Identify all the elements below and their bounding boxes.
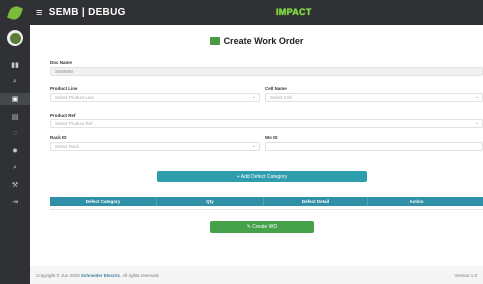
main-content: Create Work Order Doc Name SEMWM Product…: [30, 25, 483, 266]
company-link[interactable]: Schneider Electric: [81, 273, 120, 278]
doc-name-label: Doc Name: [50, 60, 73, 65]
search-icon[interactable]: ⌕: [9, 76, 21, 87]
wo-id-label: Wo ID: [265, 135, 278, 140]
chevron-down-icon: ⌄: [474, 120, 479, 126]
add-defect-category-button[interactable]: + Add Defect Category: [157, 171, 367, 182]
logout-icon[interactable]: ⇥: [9, 196, 21, 207]
list-icon[interactable]: ▤: [9, 111, 21, 122]
settings-icon[interactable]: ◌: [9, 128, 21, 139]
rack-id-select[interactable]: Select Rack ⌄: [50, 142, 260, 151]
dashboard-icon[interactable]: ▮▮: [9, 59, 21, 70]
copyright: Copyright © Jun 2023 Schneider Electric.…: [36, 273, 160, 278]
sidebar-nav: ▮▮ ⌕ ▣ ▤ ◌ ✹ ⌕ ⚒ ⇥: [0, 59, 30, 207]
product-ref-value: Select Product Ref: [55, 121, 93, 126]
chevron-down-icon: ⌄: [474, 94, 479, 100]
doc-name-field: SEMWM: [50, 67, 483, 76]
cell-name-value: Select Cell: [270, 95, 292, 100]
version-label: Version 1.0: [454, 272, 477, 278]
cell-name-label: Cell Name: [265, 86, 287, 91]
sidebar: ▮▮ ⌕ ▣ ▤ ◌ ✹ ⌕ ⚒ ⇥: [0, 25, 30, 284]
product-line-select[interactable]: Select Product Line ⌄: [50, 93, 260, 102]
rack-id-label: Rack ID: [50, 135, 67, 140]
chevron-down-icon: ⌄: [251, 94, 256, 100]
footer: Copyright © Jun 2023 Schneider Electric.…: [30, 266, 483, 284]
rights-text: . All rights reserved.: [120, 272, 160, 278]
menu-icon[interactable]: ≡: [36, 7, 43, 19]
copyright-prefix: Copyright © Jun 2023: [36, 272, 80, 278]
column-defect-detail: Defect Detail: [264, 197, 368, 206]
wo-id-field[interactable]: [265, 142, 483, 151]
chevron-down-icon: ⌄: [251, 143, 256, 149]
app-window: ≡ SEMB | DEBUG IMPACT ▮▮ ⌕ ▣ ▤ ◌ ✹ ⌕ ⚒ ⇥…: [0, 0, 483, 284]
defect-table: Defect Category Qty Defect Detail Action: [50, 197, 483, 210]
cell-name-select[interactable]: Select Cell ⌄: [265, 93, 483, 102]
leaf-logo-icon: [6, 3, 24, 22]
page-title: Create Work Order: [30, 36, 483, 46]
rack-id-value: Select Rack: [55, 144, 80, 149]
work-order-icon[interactable]: ▣: [0, 93, 30, 105]
header-title: ≡ SEMB | DEBUG: [36, 7, 126, 19]
app-title: SEMB | DEBUG: [48, 7, 126, 18]
work-order-icon: [209, 37, 220, 45]
column-qty: Qty: [157, 197, 264, 206]
page-title-text: Create Work Order: [223, 36, 304, 46]
search-alt-icon[interactable]: ⌕: [9, 162, 21, 173]
product-ref-label: Product Ref: [50, 113, 76, 118]
product-ref-select[interactable]: Select Product Ref ⌄: [50, 119, 483, 128]
avatar-icon: [9, 32, 21, 44]
column-action: Action: [409, 199, 424, 204]
column-defect-category: Defect Category: [50, 197, 157, 206]
top-bar: ≡ SEMB | DEBUG IMPACT: [0, 0, 483, 25]
create-wo-button[interactable]: ✎ Create WO: [210, 221, 314, 233]
gear-icon[interactable]: ✹: [9, 145, 21, 156]
avatar[interactable]: [7, 30, 23, 46]
product-line-value: Select Product Line: [55, 95, 95, 100]
brand-logo: IMPACT: [276, 7, 312, 17]
table-header: Defect Category Qty Defect Detail Action: [50, 197, 483, 206]
product-line-label: Product Line: [50, 86, 78, 91]
table-row: [50, 206, 483, 210]
app-logo[interactable]: [0, 0, 30, 25]
wrench-icon[interactable]: ⚒: [9, 179, 21, 190]
